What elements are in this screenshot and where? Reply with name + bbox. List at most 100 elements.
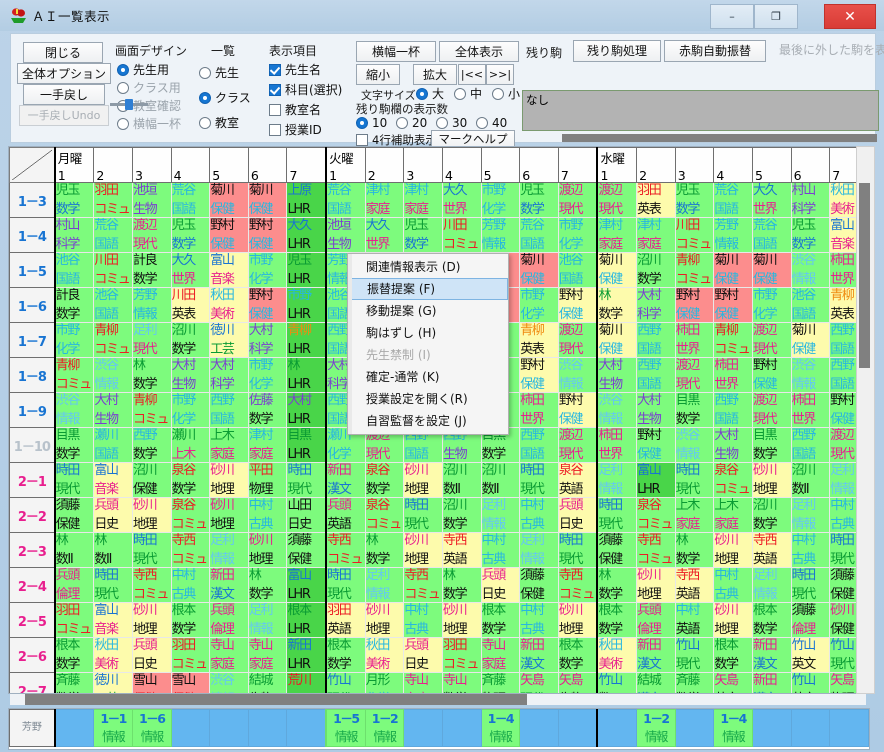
timetable-cell[interactable]: 富山 LHR (636, 462, 676, 498)
timetable-cell[interactable]: 菊川保健 (596, 252, 638, 288)
timetable-cell[interactable]: 中村 古典 (170, 567, 211, 603)
timetable-cell[interactable]: 渡辺現代 (751, 322, 792, 358)
timetable-cell[interactable]: 足利 情報 (480, 497, 521, 533)
timetable-cell[interactable]: 足利 情報 (790, 497, 831, 533)
timetable-cell[interactable]: 砂川 地理 (403, 532, 443, 568)
column-header-7[interactable]: 火曜 1 (325, 147, 366, 183)
timetable-cell[interactable]: 西野国語 (636, 357, 676, 393)
timetable-cell[interactable]: 大村生物 (636, 392, 676, 428)
timetable-cell[interactable]: 時田 現代 (519, 462, 559, 498)
timetable-cell[interactable]: 月形化学 (364, 672, 405, 693)
timetable-cell[interactable]: 根本 数学 (713, 637, 753, 673)
timetable-cell[interactable]: 野村保健 (557, 392, 598, 428)
strip-cell[interactable] (557, 709, 598, 747)
timetable-cell[interactable]: 寺山数学 (441, 672, 482, 693)
timetable-cell[interactable]: 秋田 美術 (596, 637, 638, 673)
timetable-cell[interactable]: 新田 LHR (286, 637, 327, 673)
timetable-cell[interactable]: 荒谷 国語 (93, 217, 133, 253)
timetable-cell[interactable]: 青柳コミュ (131, 392, 172, 428)
column-header-12[interactable]: 6 (519, 147, 559, 183)
timetable-cell[interactable]: 菊川保健 (790, 322, 831, 358)
timetable-cell[interactable]: 渡辺現代 (557, 427, 598, 463)
timetable-cell[interactable]: 砂川 地理 (636, 567, 676, 603)
timetable-cell[interactable]: 沼川 数学 (636, 252, 676, 288)
timetable-cell[interactable]: 兵頭 日史 (403, 637, 443, 673)
timetable-cell[interactable]: 林数学 (247, 567, 288, 603)
timetable-cell[interactable]: 渡辺現代 (751, 392, 792, 428)
timetable-cell[interactable]: 泉谷 数学 (364, 462, 405, 498)
timetable-cell[interactable]: 林数Ⅱ (93, 532, 133, 568)
column-header-10[interactable]: 4 (441, 147, 482, 183)
display-check-subject[interactable]: 科目(選択) (269, 81, 342, 98)
timetable-cell[interactable]: 中村 古典 (247, 497, 288, 533)
timetable-cell[interactable]: 柿田世界 (596, 427, 638, 463)
context-menu-item-2[interactable]: 移動提案 (G) (348, 300, 508, 322)
timetable-cell[interactable]: 時田 現代 (596, 497, 638, 533)
timetable-cell[interactable]: 津村 家庭 (403, 182, 443, 218)
strip-cell[interactable] (441, 709, 482, 747)
timetable-cell[interactable]: 渋谷情報 (557, 357, 598, 393)
timetable-cell[interactable]: 富山 音楽 (93, 462, 133, 498)
row-label-6[interactable]: 1－9 (9, 392, 56, 428)
vertical-scrollbar[interactable] (856, 146, 875, 694)
row-label-13[interactable]: 2－6 (9, 637, 56, 673)
timetable-cell[interactable]: 荒谷 国語 (170, 182, 211, 218)
timetable-cell[interactable]: 砂川 地理 (403, 462, 443, 498)
strip-cell[interactable] (596, 709, 638, 747)
context-menu-item-6[interactable]: 授業設定を開く(R) (348, 388, 508, 410)
timetable-cell[interactable]: 計良数学 (131, 252, 172, 288)
timetable-cell[interactable]: 渡辺現代 (557, 322, 598, 358)
timetable-cell[interactable]: 足利 情報 (596, 462, 638, 498)
row-label-3[interactable]: 1－6 (9, 287, 56, 323)
design-option-full-width[interactable]: 横幅一杯 (117, 115, 181, 132)
timetable-cell[interactable]: 目黒数学 (751, 427, 792, 463)
row-label-10[interactable]: 2－3 (9, 532, 56, 568)
timetable-cell[interactable]: 菊川保健 (519, 252, 559, 288)
timetable-cell[interactable]: 泉谷 数学 (170, 462, 211, 498)
timetable-cell[interactable]: 根本 数学 (53, 637, 95, 673)
timetable-cell[interactable]: 池谷 国語 (557, 252, 598, 288)
column-header-0[interactable]: 月曜 1 (53, 147, 95, 183)
design-option-class[interactable]: クラス用 (117, 79, 181, 96)
timetable-cell[interactable]: 渡辺現代 (596, 182, 638, 218)
timetable-cell[interactable]: 上木 家庭 (674, 497, 715, 533)
timetable-cell[interactable]: 足利 情報 (751, 567, 792, 603)
timetable-cell[interactable]: 大村生物 (170, 357, 211, 393)
timetable-cell[interactable]: 秋田 美術 (209, 287, 249, 323)
font-size-small[interactable]: 小 (492, 85, 520, 102)
timetable-cell[interactable]: 足利 情報 (247, 602, 288, 638)
timetable-cell[interactable]: 兵頭 日史 (480, 567, 521, 603)
timetable-cell[interactable]: 斉藤数学 (53, 672, 95, 693)
timetable-cell[interactable]: 荒谷 国語 (751, 217, 792, 253)
timetable-cell[interactable]: 山田 日史 (286, 497, 327, 533)
timetable-cell[interactable]: 大村科学 (247, 322, 288, 358)
timetable-cell[interactable]: 砂川 地理 (364, 602, 405, 638)
timetable-cell[interactable]: 砂川 地理 (713, 602, 753, 638)
column-header-15[interactable]: 2 (636, 147, 676, 183)
context-menu-item-5[interactable]: 確定-通常 (K) (348, 366, 508, 388)
timetable-cell[interactable]: 砂川 地理 (441, 602, 482, 638)
context-menu-item-3[interactable]: 駒はずし (H) (348, 322, 508, 344)
timetable-cell[interactable]: 市野 化学 (53, 322, 95, 358)
timetable-cell[interactable]: 寺西 英語 (441, 532, 482, 568)
timetable-cell[interactable]: 村山 科学 (53, 217, 95, 253)
timetable-cell[interactable]: 佐藤数学 (247, 392, 288, 428)
timetable-cell[interactable]: 野村保健 (209, 217, 249, 253)
timetable-cell[interactable]: 池谷 国語 (93, 287, 133, 323)
strip-cell[interactable]: 1－5 情報 (325, 709, 366, 747)
timetable-cell[interactable]: 目黒数学 (53, 427, 95, 463)
timetable-cell[interactable]: 青柳コミュ (713, 322, 753, 358)
timetable-cell[interactable]: 足利 情報 (364, 567, 405, 603)
timetable-cell[interactable]: 林数学 (596, 287, 638, 323)
timetable-cell[interactable]: 津村 家庭 (364, 182, 405, 218)
timetable-cell[interactable]: 中村 古典 (713, 567, 753, 603)
timetable-cell[interactable]: 菊川保健 (751, 252, 792, 288)
timetable-cell[interactable]: 根本 数学 (557, 637, 598, 673)
column-header-5[interactable]: 6 (247, 147, 288, 183)
column-header-14[interactable]: 水曜 1 (596, 147, 638, 183)
timetable-cell[interactable]: 大村生物 (713, 427, 753, 463)
timetable-cell[interactable]: 羽田 コミュ (170, 637, 211, 673)
timetable-cell[interactable]: 野村保健 (713, 287, 753, 323)
remain-count-20[interactable]: 20 (396, 116, 427, 130)
timetable-cell[interactable]: 渡辺現代 (131, 217, 172, 253)
